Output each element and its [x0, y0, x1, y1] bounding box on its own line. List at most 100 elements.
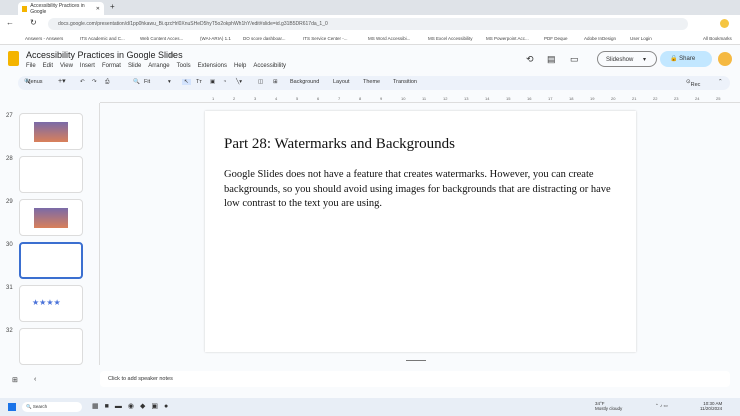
transition-button[interactable]: Transition [393, 79, 417, 85]
url-input[interactable]: docs.google.com/presentation/d/1pp0hkawu… [48, 18, 688, 30]
ruler-tick: 19 [590, 96, 595, 101]
slides-logo-icon[interactable] [8, 51, 19, 66]
toolbar: 🔍 Menus +▾ ↶ ↷ ⎙ 🔍 Fit ▾ ↖ Tт ▣ ◔ ╲▾ ◫ ⊞… [18, 76, 730, 90]
zoom-select[interactable]: Fit [144, 79, 150, 85]
document-title[interactable]: Accessibility Practices in Google Slides [26, 50, 183, 60]
profile-icon[interactable] [720, 19, 729, 28]
clock[interactable]: 10:30 AM 11/20/2024 [700, 401, 722, 411]
taskbar-search[interactable]: 🔍 Search [22, 402, 82, 412]
theme-button[interactable]: Theme [363, 79, 380, 85]
share-button[interactable]: 🔒 Share [660, 51, 712, 67]
bookmark[interactable]: ITS Service Center -... [303, 36, 348, 41]
collapse-filmstrip-icon[interactable]: ‹ [34, 376, 36, 383]
bookmark[interactable]: Adobe InDesign [584, 36, 616, 41]
history-icon[interactable]: ⟲ [526, 54, 534, 65]
bookmark-folder[interactable]: All Bookmarks [703, 36, 732, 41]
slide-thumbnail[interactable] [19, 156, 83, 193]
grid-view-icon[interactable]: ⊞ [12, 376, 18, 384]
ruler-tick: 17 [548, 96, 553, 101]
chevron-down-icon[interactable]: ▾ [168, 79, 171, 85]
placeholder-icon[interactable]: ◫ [258, 79, 263, 85]
menu-insert[interactable]: Insert [80, 63, 95, 69]
shape-icon[interactable]: ◔ [223, 79, 226, 85]
avatar[interactable] [718, 52, 732, 66]
bookmark[interactable]: DO score dashboar... [243, 36, 286, 41]
ruler-tick: 5 [296, 96, 299, 101]
ruler-tick: 6 [317, 96, 320, 101]
taskbar-apps-icon[interactable]: ▦■▬◉◆▣● [92, 402, 174, 410]
speaker-notes[interactable]: Click to add speaker notes [100, 371, 730, 387]
slide-thumbnail[interactable] [19, 242, 83, 279]
date: 11/20/2024 [700, 406, 723, 411]
thumbnail-image [34, 122, 68, 142]
ruler-tick: 12 [443, 96, 448, 101]
slide[interactable]: Part 28: Watermarks and Backgrounds Goog… [205, 111, 636, 352]
bookmark[interactable]: Answers - Answers [25, 36, 63, 41]
menu-file[interactable]: File [26, 63, 36, 69]
menu-format[interactable]: Format [102, 63, 121, 69]
background-button[interactable]: Background [290, 79, 319, 85]
close-icon[interactable]: ✕ [96, 6, 100, 12]
new-tab-icon[interactable]: + [110, 2, 115, 11]
menu-slide[interactable]: Slide [128, 63, 141, 69]
print-icon[interactable]: ⎙ [105, 79, 109, 86]
image-icon[interactable]: ▣ [210, 79, 215, 85]
line-icon[interactable]: ╲▾ [236, 79, 242, 85]
add-icon[interactable]: +▾ [58, 77, 66, 85]
bookmark[interactable]: MS Word Accessibi... [368, 36, 410, 41]
notes-placeholder: Click to add speaker notes [108, 376, 173, 382]
ruler-tick: 16 [527, 96, 532, 101]
slide-thumbnail[interactable]: ★★★★ [19, 285, 83, 322]
ruler-tick: 10 [401, 96, 406, 101]
menu-extensions[interactable]: Extensions [198, 63, 227, 69]
slide-thumbnail[interactable] [19, 328, 83, 365]
select-icon[interactable]: ↖ [182, 79, 191, 85]
horizontal-ruler: 1 2 3 4 5 6 7 8 9 10 11 12 13 14 15 16 17 18 19 20 21 22 23 24 2… [100, 95, 740, 103]
bookmark[interactable]: PDF Deque [544, 36, 568, 41]
bookmark[interactable]: (WAI-ARIA) 1.1 [200, 36, 231, 41]
ruler-tick: 7 [338, 96, 341, 101]
collapse-icon[interactable]: ⌃ [718, 79, 723, 85]
menu-search[interactable]: Menus [26, 79, 43, 85]
rec-button[interactable]: ⊙ Rec [686, 79, 700, 88]
slide-thumbnail[interactable] [19, 199, 83, 236]
weather-widget[interactable]: 34°F Mostly cloudy [595, 401, 622, 411]
ruler-tick: 14 [485, 96, 490, 101]
bookmark[interactable]: Web Content Acces... [140, 36, 183, 41]
slide-thumbnail[interactable] [19, 113, 83, 150]
undo-icon[interactable]: ↶ [80, 79, 85, 85]
browser-tab[interactable]: Accessibility Practices in Google ✕ [18, 2, 104, 15]
menu-edit[interactable]: Edit [43, 63, 53, 69]
slide-body[interactable]: Google Slides does not have a feature th… [224, 168, 619, 212]
comments-icon[interactable]: ▤ [547, 54, 556, 65]
windows-start-icon[interactable] [8, 403, 16, 411]
bookmark[interactable]: ITS Academic and C... [80, 36, 125, 41]
slide-number: 31 [6, 285, 13, 291]
bookmark[interactable]: MS Powerpoint Acc... [486, 36, 529, 41]
bookmark[interactable]: User Login [630, 36, 652, 41]
layout-button[interactable]: Layout [333, 79, 350, 85]
menu-view[interactable]: View [60, 63, 73, 69]
share-label: Share [679, 56, 696, 62]
filmstrip: 27 28 29 30 31 ★★★★ 32 [0, 103, 96, 365]
bookmark[interactable]: MS Excel Accessibility [428, 36, 473, 41]
slide-number: 28 [6, 156, 13, 162]
menu-arrange[interactable]: Arrange [148, 63, 169, 69]
reload-icon[interactable]: ↻ [30, 18, 37, 27]
ruler-tick: 15 [506, 96, 511, 101]
notes-resize-handle[interactable] [406, 360, 426, 361]
menu-help[interactable]: Help [234, 63, 246, 69]
menu-accessibility[interactable]: Accessibility [253, 63, 286, 69]
slideshow-button[interactable]: Slideshow ▾ [597, 51, 657, 67]
back-icon[interactable]: ← [6, 18, 14, 27]
redo-icon[interactable]: ↷ [92, 79, 97, 85]
tray-icons[interactable]: ⌃ ♪ ▭ [655, 403, 668, 409]
star-icon[interactable]: ☆ [168, 50, 175, 59]
ruler-tick: 21 [632, 96, 637, 101]
menu-tools[interactable]: Tools [177, 63, 191, 69]
textbox-icon[interactable]: Tт [196, 79, 202, 85]
zoom-icon[interactable]: 🔍 [133, 79, 140, 85]
meet-icon[interactable]: ▭ [570, 54, 579, 65]
comment-add-icon[interactable]: ⊞ [273, 79, 278, 85]
slide-title[interactable]: Part 28: Watermarks and Backgrounds [224, 136, 455, 153]
